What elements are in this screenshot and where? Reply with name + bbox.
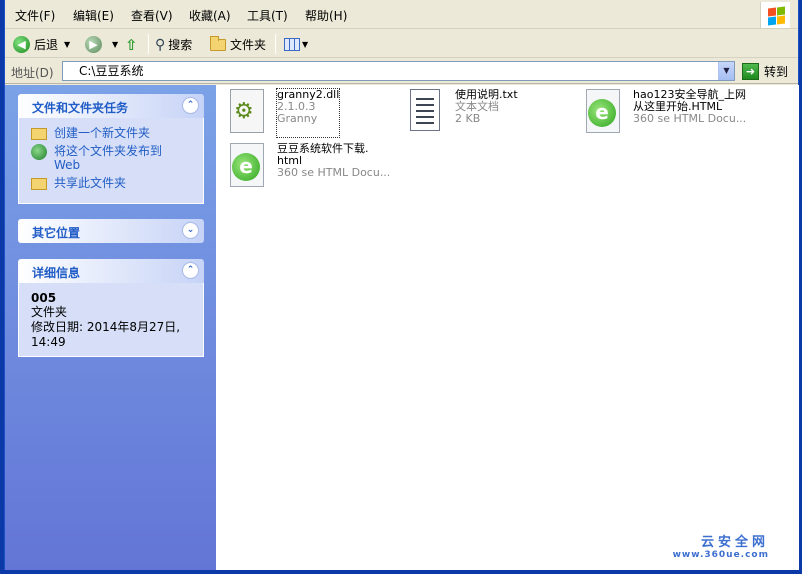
- windows-logo-icon: [760, 2, 790, 28]
- views-button[interactable]: ▼: [284, 34, 308, 55]
- task-new-folder[interactable]: 创建一个新文件夹: [31, 126, 191, 140]
- back-dropdown-icon[interactable]: ▼: [64, 40, 70, 49]
- other-places-title: 其它位置: [32, 226, 81, 240]
- go-button[interactable]: ➜ 转到: [742, 62, 788, 81]
- search-icon: ⚲: [155, 36, 166, 53]
- file-text: hao123安全导航_上网 从这里开始.HTML 360 se HTML Doc…: [633, 89, 746, 137]
- toolbar-separator: [275, 34, 276, 54]
- address-label: 地址(D): [11, 66, 54, 80]
- details-panel: 详细信息 ⌃ 005 文件夹 修改日期: 2014年8月27日, 14:49: [18, 259, 204, 357]
- expand-chevron-icon[interactable]: ⌄: [182, 222, 199, 239]
- toolbar: ◀ 后退 ▼ ▶ ▼ ⇧ ⚲ 搜索 文件夹 ▼: [5, 30, 798, 58]
- 360se-html-icon: e: [228, 143, 268, 191]
- task-label: 将这个文件夹发布到 Web: [54, 144, 163, 172]
- go-label: 转到: [764, 65, 789, 79]
- folders-button[interactable]: 文件夹: [210, 34, 266, 55]
- menu-file[interactable]: 文件(F): [15, 7, 55, 24]
- file-text: 使用说明.txt 文本文档 2 KB: [455, 89, 518, 137]
- address-bar: 地址(D) C:\豆豆系统 ▼ ➜ 转到: [5, 59, 798, 84]
- publish-web-icon: [31, 144, 47, 160]
- menu-view[interactable]: 查看(V): [131, 7, 173, 24]
- dll-gear-icon: ⚙: [228, 89, 268, 137]
- share-folder-icon: [31, 178, 47, 190]
- menu-tools[interactable]: 工具(T): [247, 7, 288, 24]
- file-item-doudou-html[interactable]: e 豆豆系统软件下载. html 360 se HTML Docu...: [228, 143, 390, 191]
- up-folder-icon: ⇧: [125, 35, 138, 54]
- task-label: 创建一个新文件夹: [54, 126, 151, 140]
- collapse-chevron-icon[interactable]: ⌃: [182, 262, 199, 279]
- task-share-folder[interactable]: 共享此文件夹: [31, 176, 191, 190]
- menu-help[interactable]: 帮助(H): [305, 7, 347, 24]
- file-name: hao123安全导航_上网 从这里开始.HTML: [633, 88, 746, 113]
- back-label: 后退: [34, 38, 59, 52]
- address-dropdown-icon[interactable]: ▼: [718, 62, 734, 80]
- search-label: 搜索: [168, 38, 193, 52]
- explorer-window: 文件(F) 编辑(E) 查看(V) 收藏(A) 工具(T) 帮助(H) ◀ 后退…: [4, 0, 799, 570]
- address-input[interactable]: C:\豆豆系统 ▼: [62, 61, 735, 81]
- details-title: 详细信息: [32, 266, 81, 280]
- menu-bar: 文件(F) 编辑(E) 查看(V) 收藏(A) 工具(T) 帮助(H): [5, 0, 798, 29]
- file-tasks-header[interactable]: 文件和文件夹任务 ⌃: [18, 94, 204, 118]
- forward-button[interactable]: ▶ ▼: [85, 34, 118, 55]
- watermark-url: www.360ue.com: [672, 550, 769, 560]
- forward-dropdown-icon[interactable]: ▼: [112, 40, 118, 49]
- file-type: 360 se HTML Docu...: [633, 112, 747, 125]
- file-tasks-body: 创建一个新文件夹 将这个文件夹发布到 Web 共享此文件夹: [18, 118, 204, 204]
- go-arrow-icon: ➜: [742, 63, 759, 80]
- menu-favorites[interactable]: 收藏(A): [189, 7, 231, 24]
- task-pane: 文件和文件夹任务 ⌃ 创建一个新文件夹 将这个文件夹发布到 Web 共享此文件夹: [5, 85, 216, 570]
- task-label: 共享此文件夹: [54, 176, 127, 190]
- views-icon: [284, 38, 300, 51]
- menu-edit[interactable]: 编辑(E): [73, 7, 114, 24]
- file-tasks-panel: 文件和文件夹任务 ⌃ 创建一个新文件夹 将这个文件夹发布到 Web 共享此文件夹: [18, 94, 204, 204]
- watermark-title: 云安全网: [700, 535, 769, 550]
- back-arrow-icon: ◀: [13, 36, 30, 53]
- site-watermark: 云安全网 www.360ue.com: [673, 531, 769, 560]
- forward-arrow-icon: ▶: [85, 36, 102, 53]
- other-places-header[interactable]: 其它位置 ⌄: [18, 219, 204, 243]
- address-value: C:\豆豆系统: [79, 64, 144, 78]
- new-folder-icon: [31, 128, 47, 140]
- details-modified: 修改日期: 2014年8月27日, 14:49: [31, 320, 181, 349]
- text-document-icon: [406, 89, 446, 137]
- file-company: Granny: [277, 112, 318, 125]
- file-item-granny-dll[interactable]: ⚙ granny2.dll 2.1.0.3 Granny: [228, 88, 341, 138]
- file-list[interactable]: ⚙ granny2.dll 2.1.0.3 Granny 使用说明.txt 文本…: [216, 85, 799, 570]
- details-item-name: 005: [31, 291, 57, 305]
- toolbar-separator: [148, 34, 149, 54]
- file-name: 豆豆系统软件下载. html: [277, 142, 369, 167]
- up-folder-button[interactable]: ⇧: [125, 34, 138, 55]
- file-tasks-title: 文件和文件夹任务: [32, 101, 129, 115]
- back-button[interactable]: ◀ 后退 ▼: [13, 34, 70, 55]
- folders-label: 文件夹: [230, 38, 267, 52]
- task-publish-web[interactable]: 将这个文件夹发布到 Web: [31, 144, 191, 172]
- search-button[interactable]: ⚲ 搜索: [155, 34, 192, 55]
- file-size: 2 KB: [455, 112, 481, 125]
- details-item-type: 文件夹: [31, 305, 68, 319]
- folder-icon: [210, 35, 226, 51]
- details-header[interactable]: 详细信息 ⌃: [18, 259, 204, 283]
- details-body: 005 文件夹 修改日期: 2014年8月27日, 14:49: [18, 283, 204, 357]
- 360se-html-icon: e: [584, 89, 624, 137]
- file-type: 360 se HTML Docu...: [277, 166, 391, 179]
- file-text: granny2.dll 2.1.0.3 Granny: [275, 88, 341, 138]
- other-places-panel: 其它位置 ⌄: [18, 219, 204, 243]
- file-item-readme-txt[interactable]: 使用说明.txt 文本文档 2 KB: [406, 89, 518, 137]
- file-text: 豆豆系统软件下载. html 360 se HTML Docu...: [277, 143, 390, 191]
- views-dropdown-icon: ▼: [302, 40, 309, 49]
- file-item-hao123-html[interactable]: e hao123安全导航_上网 从这里开始.HTML 360 se HTML D…: [584, 89, 746, 137]
- collapse-chevron-icon[interactable]: ⌃: [182, 97, 199, 114]
